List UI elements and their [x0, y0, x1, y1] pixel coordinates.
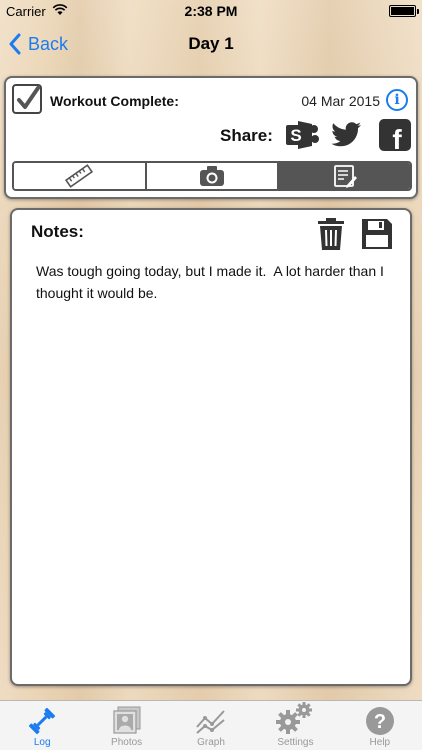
- photos-icon: [113, 706, 141, 734]
- svg-text:S: S: [290, 126, 301, 145]
- status-bar: Carrier 2:38 PM: [0, 0, 422, 22]
- camera-icon: [200, 166, 224, 186]
- clock: 2:38 PM: [184, 3, 238, 19]
- tab-label: Graph: [197, 737, 225, 748]
- notes-text-area[interactable]: Was tough going today, but I made it. A …: [36, 260, 396, 304]
- tab-help[interactable]: ? Help: [338, 701, 422, 750]
- tab-settings[interactable]: Settings: [253, 701, 337, 750]
- navigation-bar: Back Day 1: [0, 22, 422, 66]
- help-icon: ?: [365, 707, 394, 735]
- tab-label: Help: [369, 737, 391, 748]
- workout-complete-checkbox[interactable]: [12, 84, 42, 114]
- twitter-icon[interactable]: [328, 118, 364, 152]
- notes-label: Notes:: [31, 222, 84, 241]
- ruler-icon: [65, 164, 94, 188]
- tab-bar: Log Photos Graph Settings ? Help: [0, 700, 422, 750]
- tab-graph[interactable]: Graph: [169, 701, 253, 750]
- workout-card: Workout Complete: 04 Mar 2015 i Share: S…: [4, 76, 418, 199]
- gears-icon: [276, 702, 313, 734]
- facebook-icon[interactable]: f: [377, 118, 413, 152]
- page-title: Day 1: [188, 34, 234, 53]
- workout-date: 04 Mar 2015: [301, 93, 380, 109]
- dumbbell-icon: [29, 707, 56, 735]
- tab-label: Settings: [277, 737, 314, 748]
- svg-text:f: f: [392, 124, 402, 152]
- view-segmented-control: [12, 161, 412, 191]
- tab-log[interactable]: Log: [0, 701, 84, 750]
- battery-icon: [389, 5, 419, 17]
- sharepoint-icon[interactable]: S: [284, 118, 320, 152]
- trash-icon[interactable]: [316, 217, 346, 251]
- notes-icon: [333, 165, 357, 188]
- save-icon[interactable]: [360, 217, 394, 251]
- tab-label: Photos: [111, 737, 143, 748]
- graph-icon: [196, 710, 225, 734]
- segment-photos[interactable]: [144, 163, 278, 189]
- workout-complete-label: Workout Complete:: [50, 93, 179, 109]
- share-label: Share:: [220, 126, 273, 145]
- tab-label: Log: [33, 737, 51, 748]
- segment-measurements[interactable]: [14, 163, 145, 189]
- checkmark-icon: [17, 86, 40, 109]
- tab-photos[interactable]: Photos: [84, 701, 168, 750]
- svg-text:?: ?: [374, 711, 386, 733]
- info-icon[interactable]: i: [386, 89, 408, 111]
- notes-card: Notes: Was tough going today, but I made…: [10, 208, 412, 686]
- segment-notes[interactable]: [277, 163, 410, 189]
